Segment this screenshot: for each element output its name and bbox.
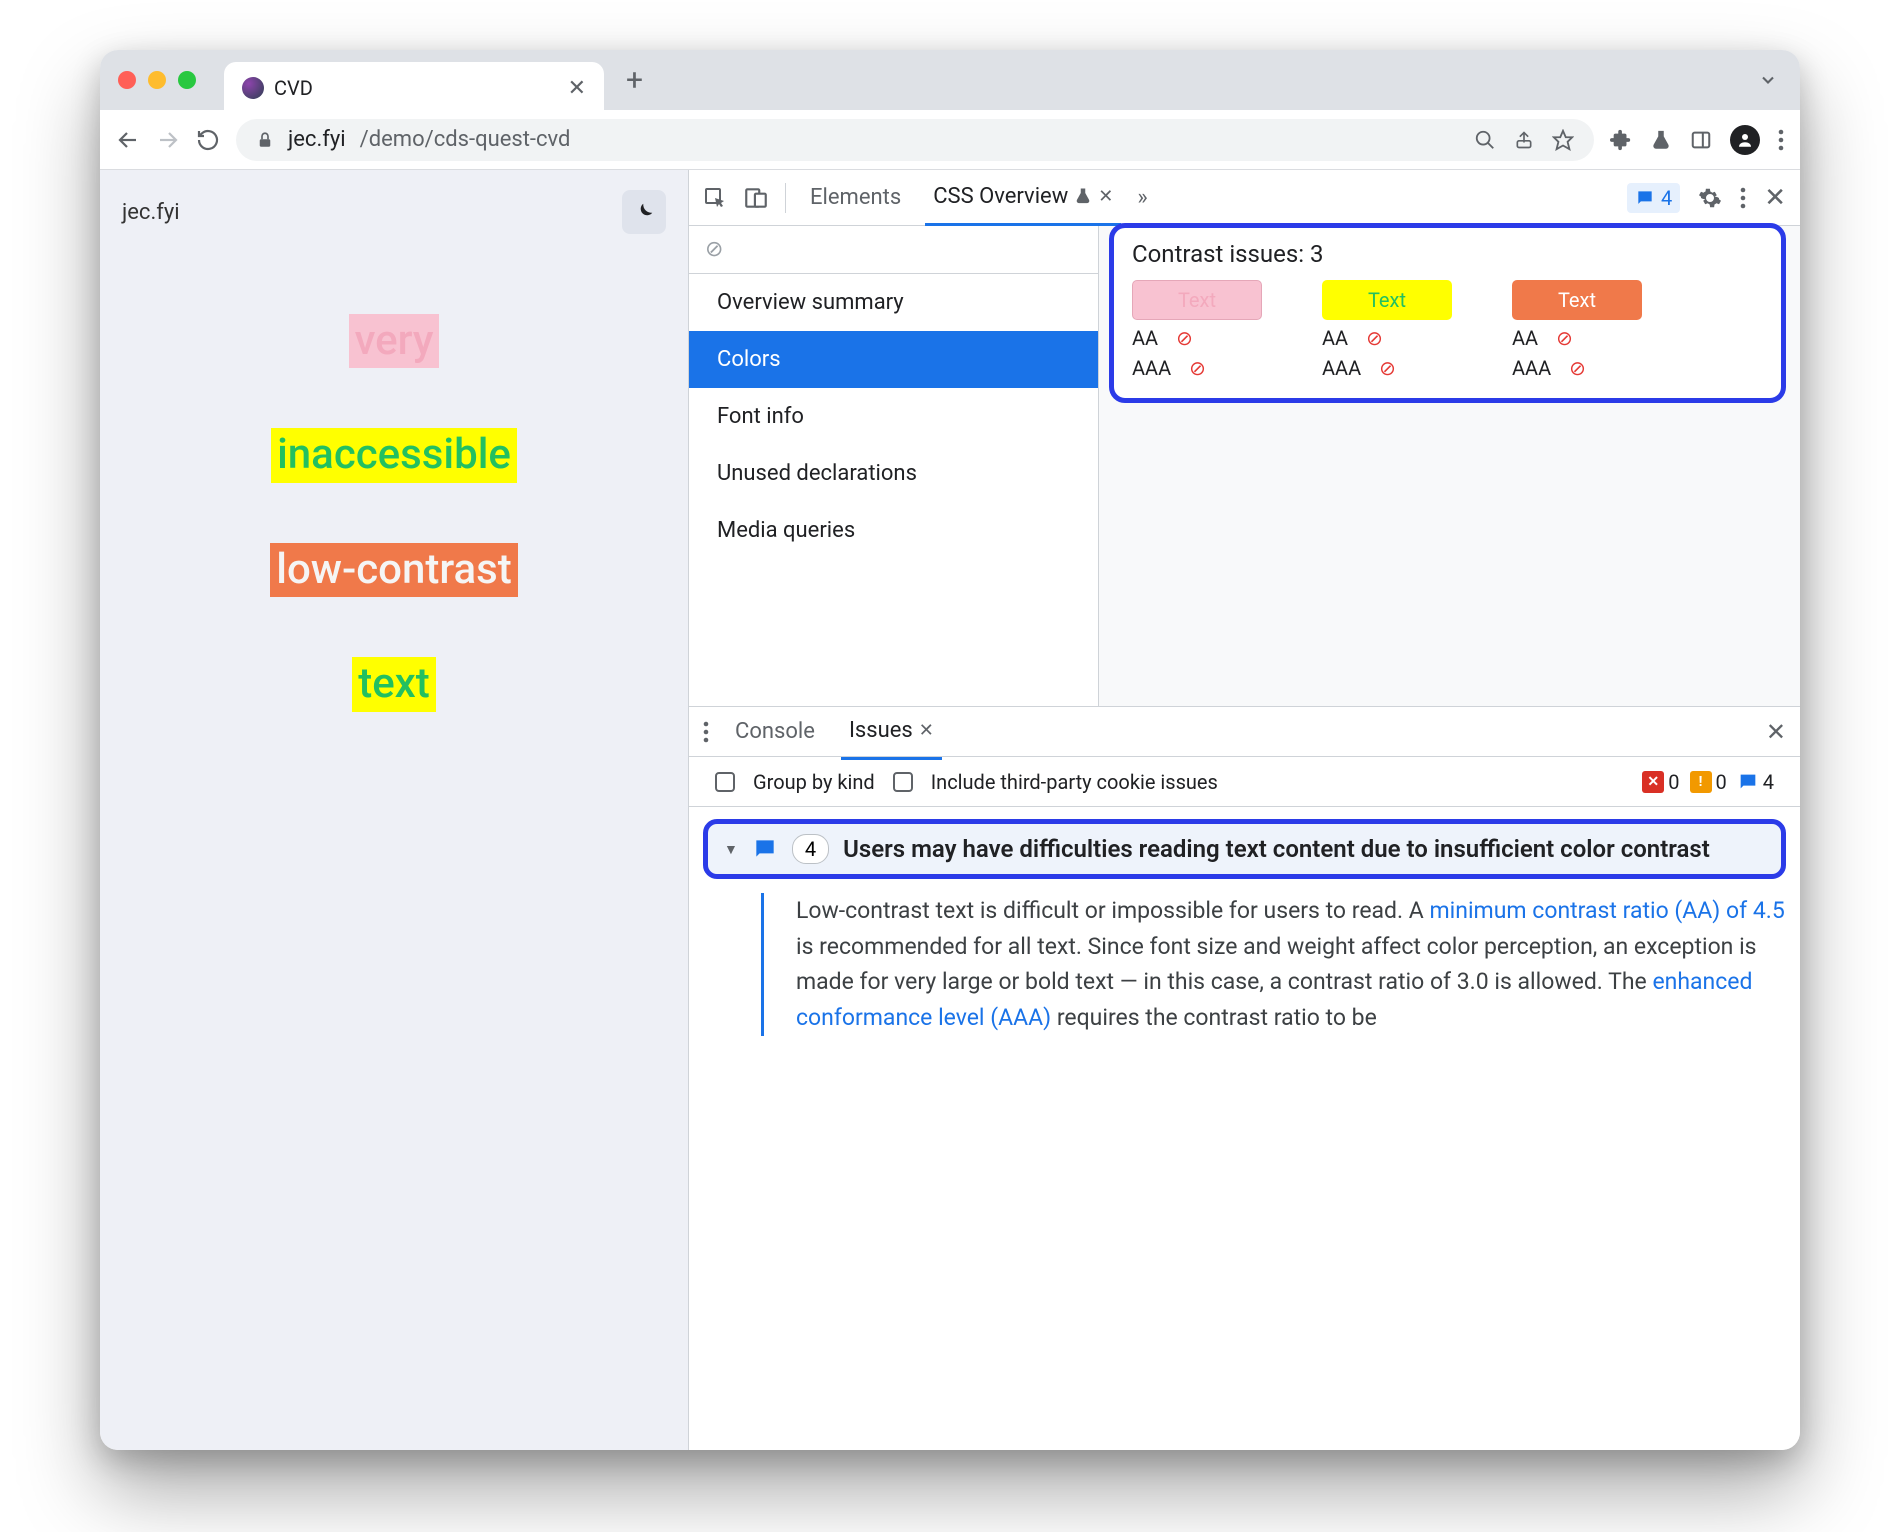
info-count[interactable]: 4 — [1737, 770, 1774, 794]
close-tab-icon[interactable]: ✕ — [568, 76, 586, 101]
window-controls — [118, 71, 196, 89]
issue-count-pill: 4 — [792, 834, 829, 864]
fail-icon: ⊘ — [1189, 356, 1206, 380]
fail-icon: ⊘ — [1366, 326, 1383, 350]
close-devtools-icon[interactable]: ✕ — [1764, 183, 1786, 213]
contrast-issues-box: Contrast issues: 3 Text AA⊘ AAA⊘ Text AA… — [1109, 223, 1786, 403]
link-min-contrast[interactable]: minimum contrast ratio (AA) of 4.5 — [1430, 897, 1785, 924]
sidepanel-icon[interactable] — [1690, 129, 1712, 151]
devtools-drawer: Console Issues✕ ✕ Group by kind Include … — [689, 706, 1800, 1450]
drawer-menu-icon[interactable] — [703, 721, 709, 743]
sidebar-item-unused[interactable]: Unused declarations — [689, 445, 1098, 502]
zoom-icon[interactable] — [1474, 129, 1496, 151]
sample-text-3: low-contrast — [270, 543, 517, 597]
close-drawer-icon[interactable]: ✕ — [1766, 718, 1786, 746]
inspect-icon[interactable] — [703, 186, 727, 210]
sample-text-2: inaccessible — [271, 428, 517, 482]
issue-description: Low-contrast text is difficult or imposs… — [761, 893, 1786, 1036]
titlebar: CVD ✕ + — [100, 50, 1800, 110]
tab-title: CVD — [274, 76, 313, 100]
issue-header[interactable]: ▼ 4 Users may have difficulties reading … — [703, 819, 1786, 879]
url-path: /demo/cds-quest-cvd — [360, 127, 571, 152]
checkbox-third-party[interactable] — [893, 772, 913, 792]
issue-icon — [752, 836, 778, 862]
fail-icon: ⊘ — [1176, 326, 1193, 350]
contrast-swatch-2[interactable]: Text AA⊘ AAA⊘ — [1322, 280, 1452, 380]
profile-avatar[interactable] — [1730, 125, 1760, 155]
bookmark-icon[interactable] — [1552, 129, 1574, 151]
checkbox-group-by-kind[interactable] — [715, 772, 735, 792]
label-third-party: Include third-party cookie issues — [931, 770, 1218, 794]
theme-toggle[interactable] — [622, 190, 666, 234]
error-count[interactable]: ✕0 — [1642, 770, 1679, 794]
fail-icon: ⊘ — [1556, 326, 1573, 350]
issues-chip[interactable]: 4 — [1627, 183, 1680, 213]
warning-count[interactable]: !0 — [1690, 770, 1727, 794]
clear-icon[interactable]: ⊘ — [705, 237, 723, 262]
fail-icon: ⊘ — [1379, 356, 1396, 380]
forward-button[interactable] — [156, 128, 180, 152]
labs-icon[interactable] — [1650, 129, 1672, 151]
lock-icon[interactable] — [256, 131, 274, 149]
more-tabs-icon[interactable]: » — [1137, 185, 1147, 210]
css-overview-sidebar: ⊘ Overview summary Colors Font info Unus… — [689, 226, 1099, 706]
url-host: jec.fyi — [288, 127, 346, 152]
close-tab-icon[interactable]: ✕ — [1098, 186, 1113, 207]
site-name: jec.fyi — [122, 200, 180, 225]
sidebar-item-font[interactable]: Font info — [689, 388, 1098, 445]
reload-button[interactable] — [196, 128, 220, 152]
close-tab-icon[interactable]: ✕ — [919, 720, 934, 741]
sample-text-4: text — [352, 657, 436, 711]
drawer-tab-console[interactable]: Console — [727, 704, 823, 760]
devtools-tabs: Elements CSS Overview ✕ » 4 ✕ — [689, 170, 1800, 226]
tabs-menu-icon[interactable] — [1758, 70, 1778, 90]
contrast-title: Contrast issues: 3 — [1132, 240, 1763, 268]
devtools-panel: Elements CSS Overview ✕ » 4 ✕ — [688, 170, 1800, 1450]
disclosure-triangle-icon[interactable]: ▼ — [724, 841, 738, 858]
address-bar[interactable]: jec.fyi/demo/cds-quest-cvd — [236, 119, 1594, 161]
issue-title: Users may have difficulties reading text… — [843, 835, 1765, 863]
favicon-icon — [242, 77, 264, 99]
tab-css-overview[interactable]: CSS Overview ✕ — [925, 170, 1121, 226]
drawer-tab-issues[interactable]: Issues✕ — [841, 704, 942, 760]
share-icon[interactable] — [1514, 129, 1534, 151]
kebab-menu-icon[interactable] — [1740, 187, 1746, 209]
maximize-window-button[interactable] — [178, 71, 196, 89]
tab-elements[interactable]: Elements — [802, 170, 909, 226]
sidebar-item-media[interactable]: Media queries — [689, 502, 1098, 559]
extension-icons — [1610, 125, 1784, 155]
extensions-icon[interactable] — [1610, 129, 1632, 151]
contrast-swatch-1[interactable]: Text AA⊘ AAA⊘ — [1132, 280, 1262, 380]
contrast-swatch-3[interactable]: Text AA⊘ AAA⊘ — [1512, 280, 1642, 380]
sidebar-item-colors[interactable]: Colors — [689, 331, 1098, 388]
rendered-page: jec.fyi very inaccessible low-contrast t… — [100, 170, 688, 1450]
close-window-button[interactable] — [118, 71, 136, 89]
label-group-by-kind: Group by kind — [753, 770, 875, 794]
browser-window: CVD ✕ + jec.fyi/demo/cds-quest-cvd — [100, 50, 1800, 1450]
toolbar: jec.fyi/demo/cds-quest-cvd — [100, 110, 1800, 170]
settings-icon[interactable] — [1698, 186, 1722, 210]
new-tab-button[interactable]: + — [626, 63, 643, 98]
device-toggle-icon[interactable] — [743, 185, 769, 211]
sample-text-1: very — [349, 314, 440, 368]
sidebar-item-overview[interactable]: Overview summary — [689, 274, 1098, 331]
browser-tab[interactable]: CVD ✕ — [224, 62, 604, 114]
fail-icon: ⊘ — [1569, 356, 1586, 380]
browser-menu-icon[interactable] — [1778, 129, 1784, 151]
minimize-window-button[interactable] — [148, 71, 166, 89]
back-button[interactable] — [116, 128, 140, 152]
css-overview-main: Contrast issues: 3 Text AA⊘ AAA⊘ Text AA… — [1099, 226, 1800, 706]
flask-icon — [1074, 187, 1092, 205]
